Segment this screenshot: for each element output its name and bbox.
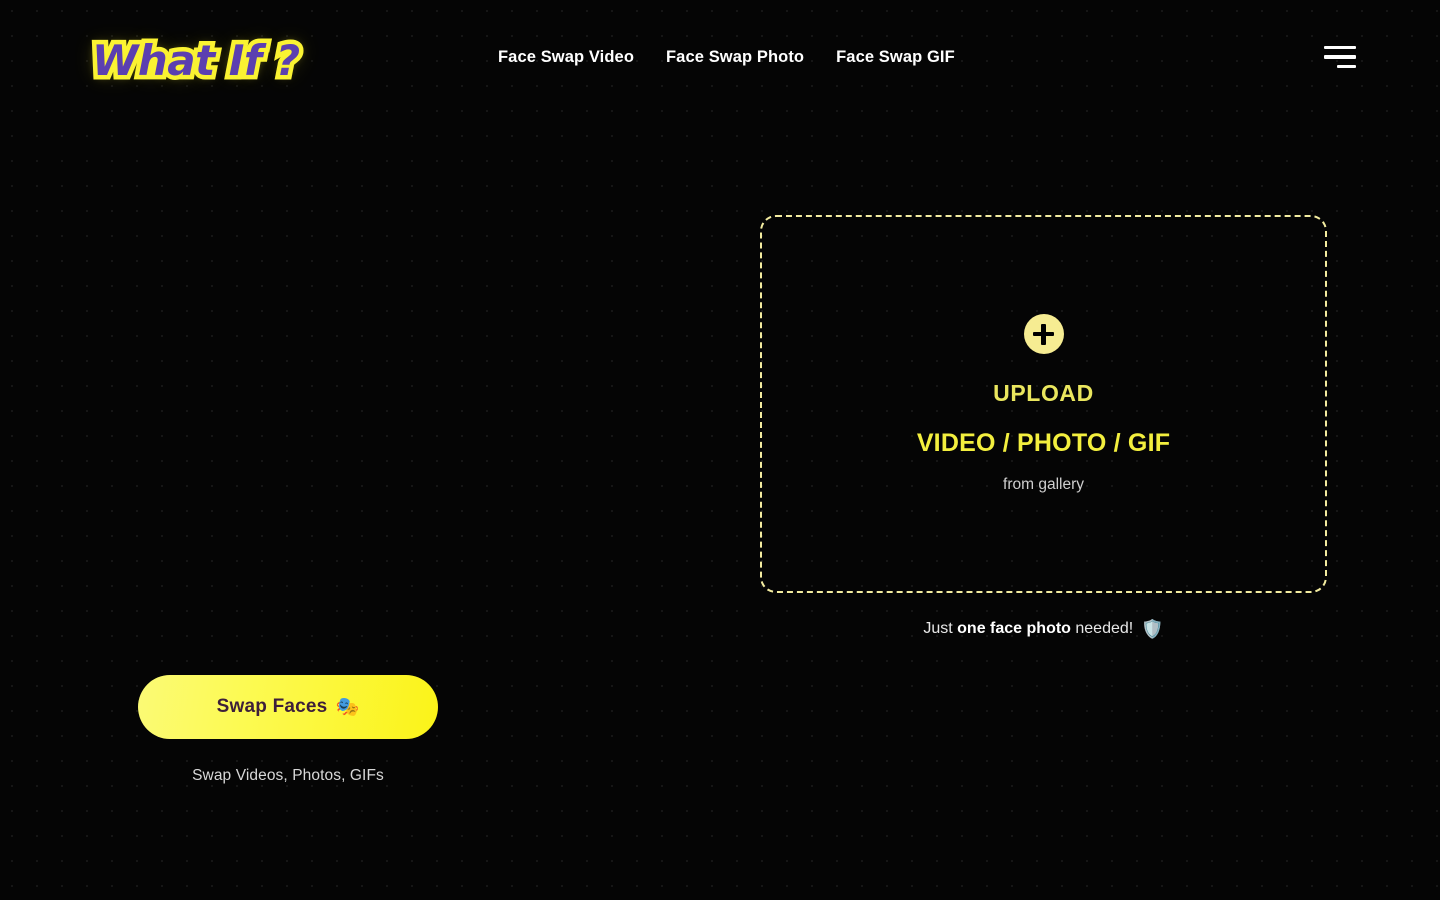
cta-caption: Swap Videos, Photos, GIFs bbox=[192, 767, 384, 784]
shield-check-icon: 🛡️ bbox=[1141, 619, 1164, 639]
nav-face-swap-photo[interactable]: Face Swap Photo bbox=[666, 48, 804, 67]
hamburger-line-1 bbox=[1324, 46, 1356, 50]
cta-section: Swap Faces 🎭 Swap Videos, Photos, GIFs bbox=[138, 675, 438, 785]
site-logo[interactable]: What If ? bbox=[88, 35, 305, 86]
upload-title: UPLOAD bbox=[993, 380, 1094, 406]
upload-dropzone[interactable]: UPLOAD VIDEO / PHOTO / GIF from gallery bbox=[760, 215, 1327, 593]
swap-faces-button-label: Swap Faces bbox=[216, 696, 328, 717]
plus-icon[interactable] bbox=[1023, 314, 1064, 354]
note-suffix: needed! bbox=[1070, 620, 1134, 637]
hamburger-line-2 bbox=[1324, 55, 1356, 59]
nav-face-swap-gif[interactable]: Face Swap GIF bbox=[836, 48, 955, 67]
swap-faces-button[interactable]: Swap Faces 🎭 bbox=[138, 675, 438, 739]
note-emphasis: one face photo bbox=[957, 620, 1071, 637]
primary-navigation: Face Swap Video Face Swap Photo Face Swa… bbox=[498, 48, 955, 67]
note-prefix: Just bbox=[923, 620, 958, 637]
site-header: What If ? Face Swap Video Face Swap Phot… bbox=[0, 0, 1440, 120]
upload-subtitle: from gallery bbox=[1003, 476, 1084, 493]
performing-arts-masks-icon: 🎭 bbox=[335, 696, 360, 718]
hamburger-menu-icon[interactable] bbox=[1324, 44, 1356, 70]
upload-file-types: VIDEO / PHOTO / GIF bbox=[916, 429, 1171, 457]
note-text: Just one face photo needed! bbox=[923, 620, 1133, 638]
nav-face-swap-video[interactable]: Face Swap Video bbox=[498, 48, 634, 67]
hamburger-line-3 bbox=[1337, 64, 1356, 68]
one-face-photo-note: Just one face photo needed! 🛡️ bbox=[760, 620, 1327, 638]
